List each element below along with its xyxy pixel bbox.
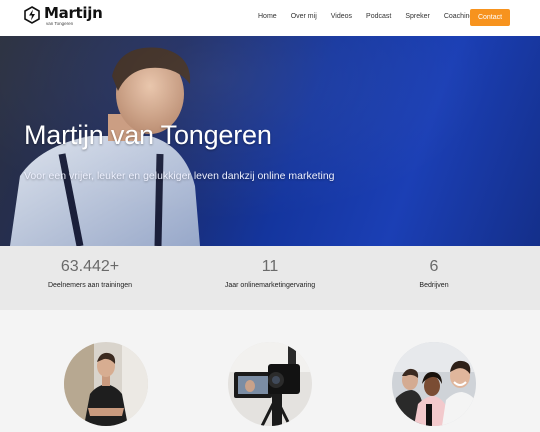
logo-name: Martijn xyxy=(44,4,103,22)
stat-number: 63.442+ xyxy=(60,258,120,275)
logo-subtitle: van Tongeren xyxy=(46,21,74,26)
site-header: Martijn van Tongeren Home Over mij Video… xyxy=(0,0,540,36)
camera-studio-photo-icon xyxy=(228,342,312,426)
stat-label: Jaar onlinemarketingervaring xyxy=(224,282,316,289)
contact-button[interactable]: Contact xyxy=(470,9,510,26)
nav-spreker[interactable]: Spreker xyxy=(405,13,430,20)
main-nav: Home Over mij Videos Podcast Spreker Coa… xyxy=(258,13,487,20)
stats-bar: 63.442+ Deelnemers aan trainingen 11 Jaa… xyxy=(0,246,540,310)
nav-videos[interactable]: Videos xyxy=(331,13,352,20)
photo-section xyxy=(0,310,540,432)
nav-podcast[interactable]: Podcast xyxy=(366,13,391,20)
stat-participants: 63.442+ Deelnemers aan trainingen xyxy=(0,258,180,289)
nav-over-mij[interactable]: Over mij xyxy=(291,13,317,20)
stat-label: Bedrijven xyxy=(419,282,449,289)
camera-studio-photo[interactable] xyxy=(228,342,312,426)
person-photo[interactable] xyxy=(64,342,148,426)
stat-experience: 11 Jaar onlinemarketingervaring xyxy=(180,258,360,289)
nav-coaching[interactable]: Coaching xyxy=(444,13,474,20)
hero-title: Martijn van Tongeren xyxy=(24,120,272,150)
stat-label: Deelnemers aan trainingen xyxy=(47,282,133,289)
person-photo-icon xyxy=(64,342,148,426)
hero-subtitle: Voor een vrijer, leuker en gelukkiger le… xyxy=(24,170,335,182)
lightning-hexagon-icon xyxy=(24,6,40,24)
group-selfie-photo[interactable] xyxy=(392,342,476,426)
stat-number: 6 xyxy=(429,258,439,275)
site-logo[interactable]: Martijn van Tongeren xyxy=(24,4,103,27)
group-selfie-photo-icon xyxy=(392,342,476,426)
nav-home[interactable]: Home xyxy=(258,13,277,20)
hero-banner: Martijn van Tongeren Voor een vrijer, le… xyxy=(0,36,540,246)
stat-companies: 6 Bedrijven xyxy=(344,258,524,289)
stat-number: 11 xyxy=(261,258,279,275)
